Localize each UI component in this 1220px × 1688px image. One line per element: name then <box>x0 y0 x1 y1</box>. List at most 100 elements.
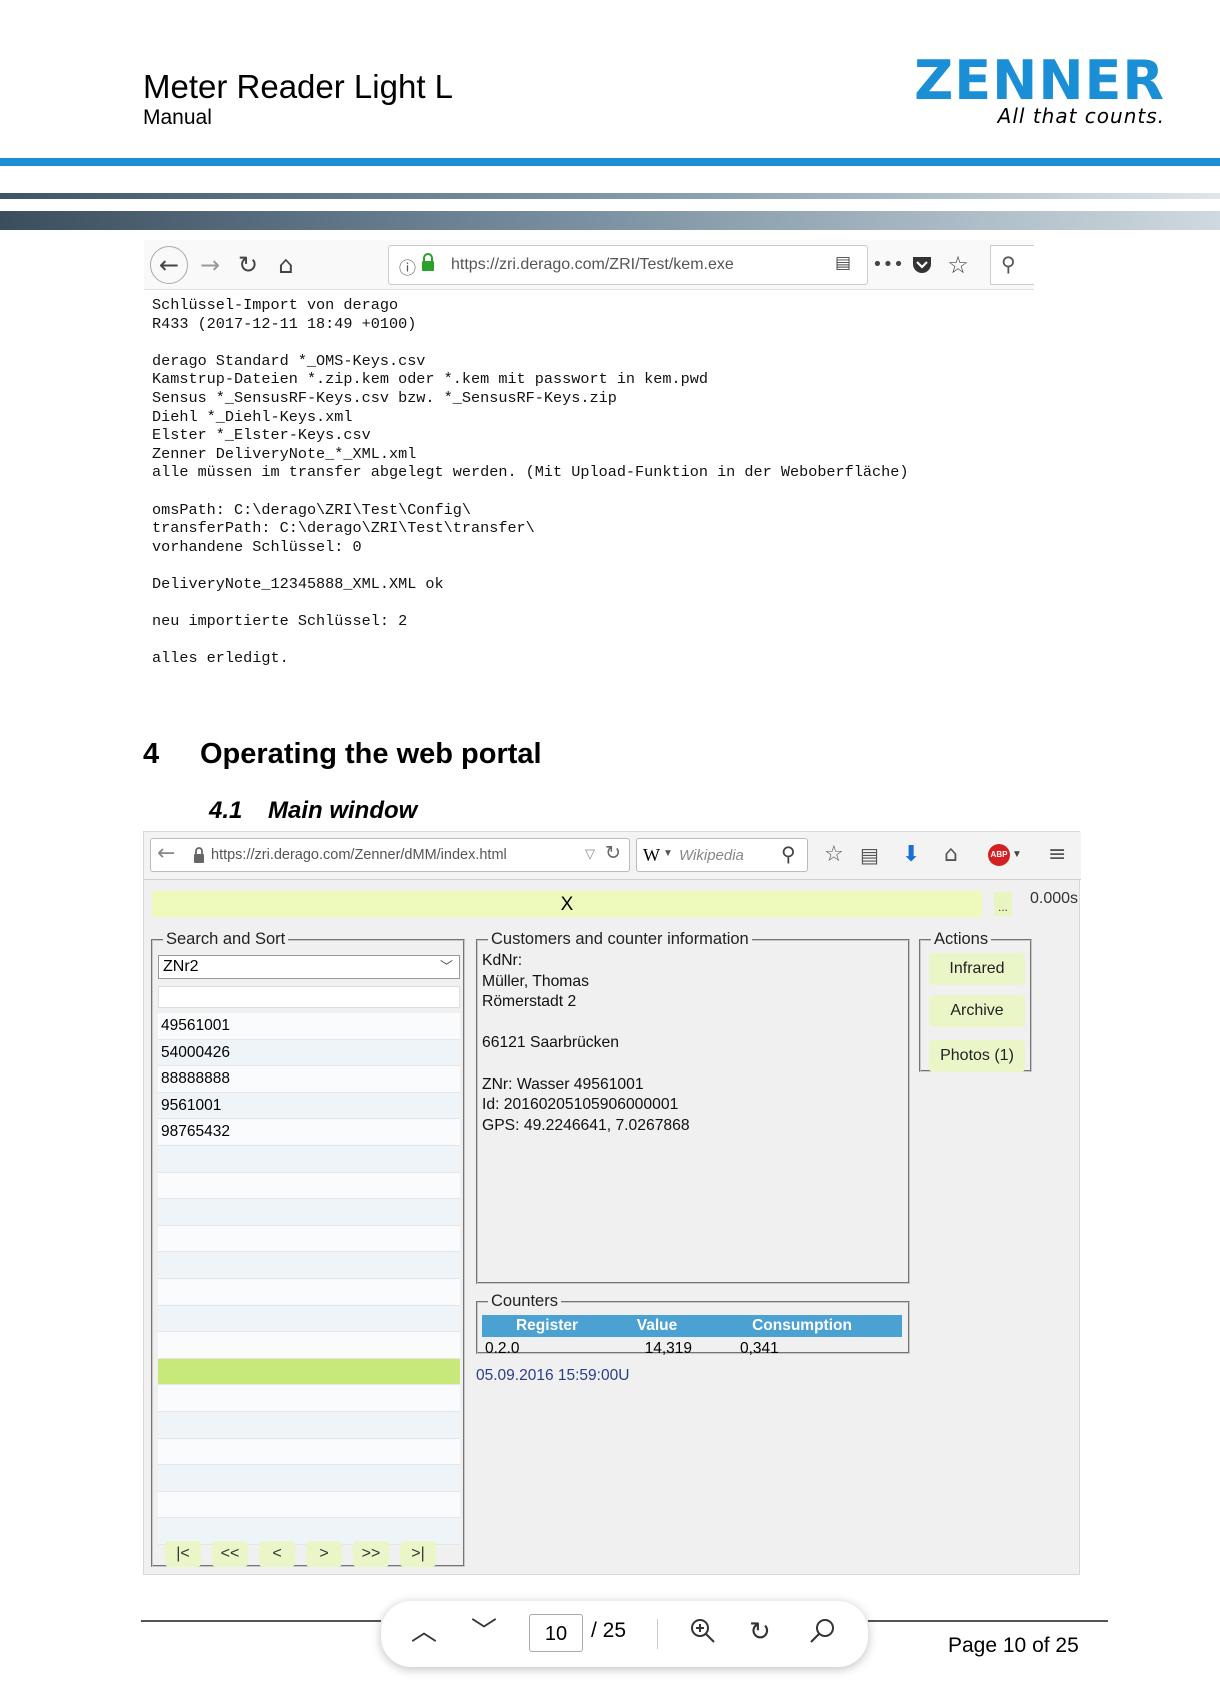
next-page-button[interactable]: > <box>306 1541 342 1567</box>
consumption-cell: 0,341 <box>740 1339 779 1357</box>
customer-info-line: Id: 20160205105906000001 <box>482 1096 679 1114</box>
customer-info-text: KdNr: Müller, Thomas Römerstadt 2 66121 Saa… <box>482 951 690 1136</box>
document-subtitle: Manual <box>143 106 212 129</box>
address-bar[interactable]: ⓘ https://zri.derago.com/ZRI/Test/kem.ex… <box>388 245 868 285</box>
list-item[interactable]: 54000426 <box>158 1039 460 1067</box>
page-footer-label: Page 10 of 25 <box>948 1634 1079 1657</box>
last-page-button[interactable]: >| <box>400 1541 436 1567</box>
header-rule-blue <box>0 158 1220 166</box>
reading-timestamp: 05.09.2016 15:59:00U <box>476 1367 630 1384</box>
list-item[interactable] <box>158 1438 460 1466</box>
list-item[interactable] <box>158 1332 460 1359</box>
address-url: https://zri.derago.com/ZRI/Test/kem.exe <box>451 256 734 273</box>
zoom-in-icon[interactable] <box>689 1617 717 1652</box>
console-line: Kamstrup-Dateien *.zip.kem oder *.kem mi… <box>152 370 708 389</box>
customer-info-panel: Customers and counter information KdNr: M… <box>476 930 910 1284</box>
pager: |< << < > >> >| <box>165 1541 461 1569</box>
forward-arrow-icon[interactable]: → <box>192 248 228 282</box>
prev-block-button[interactable]: << <box>212 1541 248 1567</box>
list-item[interactable] <box>158 1411 460 1439</box>
lock-icon <box>193 847 205 868</box>
page-number-input[interactable]: 10 <box>529 1614 583 1652</box>
first-page-button[interactable]: |< <box>165 1541 201 1567</box>
reader-view-icon[interactable]: ▤ <box>835 253 851 273</box>
search-box[interactable]: ⚲ <box>990 245 1034 285</box>
list-item[interactable] <box>158 1225 460 1253</box>
chevron-down-icon[interactable]: ﹀ <box>471 1617 497 1647</box>
home-icon[interactable]: ⌂ <box>944 840 958 870</box>
search-input[interactable] <box>158 986 460 1008</box>
bookmarks-list-icon[interactable]: ▤ <box>860 840 879 870</box>
register-header[interactable]: Register <box>482 1315 612 1337</box>
counters-panel: Counters Register Value Consumption 0.2.… <box>476 1292 910 1357</box>
value-header[interactable]: Value <box>612 1315 702 1337</box>
subsection-title: Main window <box>268 797 418 824</box>
back-arrow-icon[interactable]: ← <box>157 841 175 866</box>
list-item[interactable]: 98765432 <box>158 1119 460 1146</box>
next-block-button[interactable]: >> <box>353 1541 389 1567</box>
search-placeholder: Wikipedia <box>679 847 744 864</box>
info-icon: ⓘ <box>399 259 416 279</box>
chevron-up-icon[interactable]: ︿ <box>411 1617 437 1647</box>
search-engine-box[interactable]: W ▼ Wikipedia ⚲ <box>636 838 808 872</box>
console-output: Schlüssel-Import von derago R433 (2017-12… <box>152 296 908 668</box>
prev-page-button[interactable]: < <box>259 1541 295 1567</box>
list-item[interactable] <box>158 1305 460 1333</box>
reload-icon[interactable]: ↻ <box>605 842 621 864</box>
engine-dropdown-icon[interactable]: ▼ <box>663 848 673 859</box>
bookmark-star-icon[interactable]: ☆ <box>824 840 844 870</box>
document-title: Meter Reader Light L <box>143 68 454 105</box>
search-icon[interactable]: ⚲ <box>781 842 796 866</box>
list-item[interactable] <box>158 1199 460 1226</box>
address-url: https://zri.derago.com/Zenner/dMM/index.… <box>211 847 507 863</box>
list-item[interactable]: 49561001 <box>158 1013 460 1040</box>
menu-hamburger-icon[interactable]: ≡ <box>1048 840 1066 870</box>
pdf-viewer-toolbar: ︿ ﹀ 10 / 25 ↻ <box>381 1601 868 1667</box>
search-icon[interactable] <box>809 1617 837 1652</box>
list-item[interactable] <box>158 1358 460 1386</box>
table-row[interactable]: 0.2.0 14,319 0,341 <box>482 1337 902 1360</box>
console-line: Zenner DeliveryNote_*_XML.xml <box>152 444 417 463</box>
rotate-icon[interactable]: ↻ <box>749 1617 771 1647</box>
download-icon[interactable]: ⬇ <box>902 840 920 870</box>
list-item[interactable]: 88888888 <box>158 1066 460 1093</box>
list-item[interactable] <box>158 1145 460 1173</box>
consumption-header[interactable]: Consumption <box>702 1315 902 1337</box>
browser-toolbar: ← https://zri.derago.com/Zenner/dMM/inde… <box>144 832 1081 880</box>
dropdown-arrow-icon[interactable]: ▽ <box>585 846 595 862</box>
list-item[interactable]: 9561001 <box>158 1092 460 1120</box>
list-item[interactable] <box>158 1172 460 1200</box>
page-total: / 25 <box>591 1619 627 1642</box>
pocket-icon[interactable] <box>904 248 940 282</box>
list-item[interactable] <box>158 1465 460 1492</box>
customer-info-legend: Customers and counter information <box>491 930 749 948</box>
home-icon[interactable]: ⌂ <box>268 248 304 282</box>
sort-field-select[interactable]: ZNr2 ﹀ <box>158 955 460 979</box>
load-timer: 0.000s <box>1030 890 1079 907</box>
archive-button[interactable]: Archive <box>929 995 1025 1027</box>
list-item[interactable] <box>158 1252 460 1279</box>
adblock-icon[interactable]: ABP <box>988 844 1010 866</box>
list-item[interactable] <box>158 1491 460 1519</box>
adblock-dropdown-icon[interactable]: ▼ <box>1012 849 1022 860</box>
more-button[interactable]: ... <box>994 892 1012 916</box>
list-item[interactable] <box>158 1278 460 1306</box>
sort-field-value: ZNr2 <box>163 958 199 975</box>
meter-list: 49561001 54000426 88888888 9561001 98765432 <box>158 1013 460 1545</box>
address-bar[interactable]: ← https://zri.derago.com/Zenner/dMM/inde… <box>150 838 630 872</box>
counters-table: Register Value Consumption 0.2.0 14,319 … <box>482 1315 902 1360</box>
bookmark-star-icon[interactable]: ☆ <box>940 248 976 282</box>
back-arrow-icon[interactable]: ← <box>150 246 188 284</box>
value-cell: 14,319 <box>644 1339 692 1357</box>
actions-legend: Actions <box>934 930 989 948</box>
section-number: 4 <box>143 738 160 770</box>
photos-button[interactable]: Photos (1) <box>929 1040 1025 1072</box>
infrared-button[interactable]: Infrared <box>929 953 1025 985</box>
reload-icon[interactable]: ↻ <box>230 248 266 282</box>
lock-icon <box>421 253 435 271</box>
customer-info-line: ZNr: Wasser 49561001 <box>482 1075 644 1093</box>
list-item[interactable] <box>158 1385 460 1412</box>
more-menu-icon[interactable]: ••• <box>870 248 906 282</box>
